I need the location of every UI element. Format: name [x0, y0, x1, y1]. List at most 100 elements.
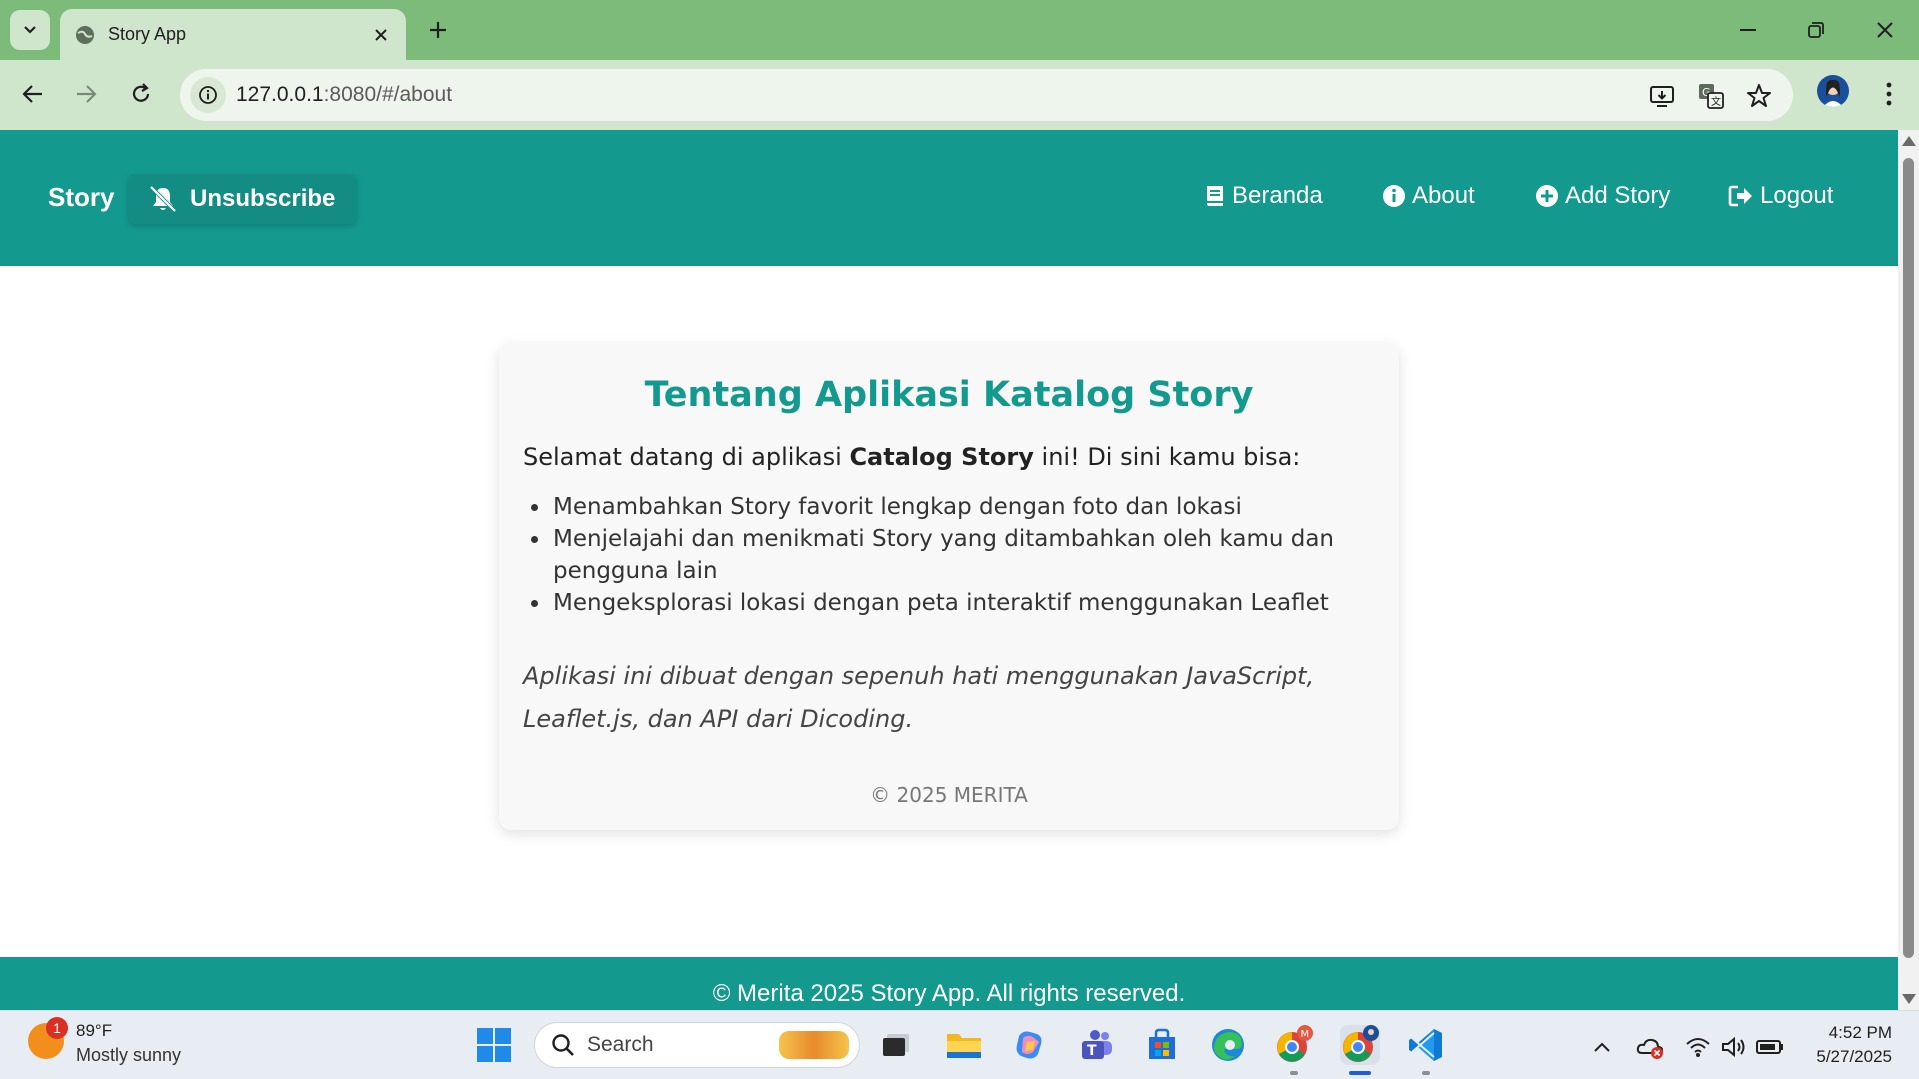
- edge-icon[interactable]: [1208, 1025, 1248, 1065]
- copilot-icon[interactable]: [1010, 1025, 1050, 1065]
- nav-about[interactable]: About: [1382, 182, 1475, 210]
- browser-tab[interactable]: Story App: [60, 9, 406, 60]
- nav-logout-label: Logout: [1760, 182, 1834, 209]
- reload-button[interactable]: [121, 74, 161, 114]
- windows-taskbar: 1 89°F Mostly sunny Search T M 4:52 PM 5…: [0, 1010, 1919, 1079]
- page-scrollbar[interactable]: [1898, 130, 1919, 1010]
- url-text[interactable]: 127.0.0.1:8080/#/about: [236, 83, 452, 107]
- unsubscribe-label: Unsubscribe: [190, 185, 336, 212]
- back-button[interactable]: [13, 74, 53, 114]
- browser-toolbar: 127.0.0.1:8080/#/about G文: [0, 60, 1919, 130]
- nav-beranda-label: Beranda: [1232, 182, 1323, 209]
- search-icon: [552, 1034, 574, 1056]
- install-app-icon[interactable]: [1647, 81, 1677, 111]
- search-label: Search: [587, 1033, 654, 1056]
- minimize-button[interactable]: [1726, 10, 1770, 50]
- vscode-icon[interactable]: [1406, 1025, 1446, 1065]
- site-info-icon[interactable]: [190, 77, 226, 113]
- windows-logo-icon: [477, 1028, 511, 1062]
- task-view-icon[interactable]: [876, 1025, 916, 1065]
- battery-icon[interactable]: [1756, 1033, 1784, 1061]
- plus-icon: [430, 22, 446, 38]
- tab-search-button[interactable]: [10, 10, 50, 50]
- web-page: Story Unsubscribe Beranda About Add Stor…: [0, 130, 1898, 1010]
- app-name-bold: Catalog Story: [849, 443, 1034, 471]
- svg-text:M: M: [1301, 1029, 1310, 1040]
- tab-title: Story App: [108, 24, 187, 44]
- reload-icon: [132, 83, 150, 102]
- nav-about-label: About: [1412, 182, 1475, 209]
- active-indicator: [1349, 1071, 1371, 1075]
- about-card: Tentang Aplikasi Katalog Story Selamat d…: [499, 343, 1399, 830]
- translate-icon[interactable]: G文: [1696, 81, 1726, 111]
- restore-button[interactable]: [1794, 10, 1838, 50]
- volume-icon[interactable]: [1720, 1033, 1748, 1061]
- search-highlight-icon: [779, 1031, 849, 1059]
- info-circle-icon: [1383, 185, 1405, 207]
- minimize-icon: [1740, 29, 1756, 31]
- browser-tab-bar: Story App: [0, 0, 1919, 60]
- about-intro: Selamat datang di aplikasi Catalog Story…: [523, 443, 1301, 471]
- start-button[interactable]: [474, 1025, 514, 1065]
- running-indicator: [1290, 1071, 1298, 1075]
- new-tab-button[interactable]: [424, 16, 452, 44]
- list-item: Menjelajahi dan menikmati Story yang dit…: [551, 523, 1341, 587]
- wifi-icon[interactable]: [1684, 1033, 1712, 1061]
- unsubscribe-button[interactable]: Unsubscribe: [128, 174, 356, 224]
- nav-logout[interactable]: Logout: [1728, 182, 1833, 210]
- book-icon: [1207, 186, 1223, 206]
- arrow-right-icon: [77, 85, 97, 103]
- browser-menu-button[interactable]: [1874, 76, 1904, 112]
- close-window-button[interactable]: [1863, 10, 1907, 50]
- microsoft-store-icon[interactable]: [1142, 1025, 1182, 1065]
- show-hidden-icons-button[interactable]: [1588, 1033, 1616, 1061]
- svg-text:文: 文: [1711, 95, 1721, 108]
- weather-condition: Mostly sunny: [76, 1045, 182, 1065]
- brand-logo[interactable]: Story: [48, 182, 114, 213]
- file-explorer-icon[interactable]: [944, 1025, 984, 1065]
- chrome-profile-m-icon[interactable]: M: [1274, 1025, 1314, 1065]
- avatar-icon: [1823, 79, 1843, 107]
- feature-list: Menambahkan Story favorit lengkap dengan…: [551, 491, 1341, 619]
- address-bar[interactable]: 127.0.0.1:8080/#/about G文: [180, 69, 1793, 121]
- weather-widget[interactable]: 1 89°F Mostly sunny: [28, 1017, 181, 1065]
- arrow-left-icon: [22, 85, 42, 103]
- globe-icon: [76, 25, 94, 44]
- list-item: Menambahkan Story favorit lengkap dengan…: [551, 491, 1341, 523]
- weather-badge: 1: [46, 1017, 68, 1039]
- teams-icon[interactable]: T: [1076, 1025, 1116, 1065]
- chrome-active-icon[interactable]: [1340, 1025, 1380, 1065]
- profile-avatar[interactable]: [1817, 75, 1849, 107]
- weather-sun-icon: 1: [28, 1017, 68, 1059]
- nav-add-story[interactable]: Add Story: [1535, 182, 1670, 210]
- restore-icon: [1808, 22, 1824, 38]
- bookmark-star-icon[interactable]: [1744, 81, 1774, 111]
- app-header: Story Unsubscribe Beranda About Add Stor…: [0, 130, 1898, 266]
- close-tab-icon[interactable]: [370, 24, 392, 46]
- about-note: Aplikasi ini dibuat dengan sepenuh hati …: [523, 662, 1315, 733]
- scroll-thumb[interactable]: [1903, 158, 1914, 958]
- clock-date: 5/27/2025: [1816, 1047, 1892, 1066]
- system-clock[interactable]: 4:52 PM 5/27/2025: [1806, 1023, 1892, 1067]
- chevron-down-icon: [24, 26, 36, 34]
- taskbar-search[interactable]: Search: [534, 1022, 860, 1068]
- nav-add-story-label: Add Story: [1565, 182, 1671, 209]
- plus-circle-icon: [1536, 185, 1558, 207]
- weather-temperature: 89°F: [76, 1021, 113, 1040]
- onedrive-error-icon[interactable]: [1636, 1033, 1664, 1061]
- scroll-up-arrow-icon[interactable]: [1902, 136, 1916, 146]
- nav-beranda[interactable]: Beranda: [1204, 182, 1323, 210]
- forward-button[interactable]: [66, 74, 106, 114]
- logout-icon: [1728, 185, 1752, 207]
- bell-slash-icon: [149, 185, 177, 213]
- svg-text:T: T: [1087, 1043, 1097, 1059]
- clock-time: 4:52 PM: [1828, 1023, 1892, 1042]
- scroll-down-arrow-icon[interactable]: [1902, 994, 1916, 1004]
- more-vertical-icon: [1886, 82, 1892, 106]
- running-indicator: [1422, 1071, 1430, 1075]
- close-icon: [1877, 22, 1893, 38]
- card-copyright: © 2025 MERITA: [870, 783, 1028, 807]
- about-title: Tentang Aplikasi Katalog Story: [644, 375, 1254, 415]
- app-footer: © Merita 2025 Story App. All rights rese…: [0, 957, 1898, 1010]
- chevron-up-icon: [1594, 1042, 1610, 1052]
